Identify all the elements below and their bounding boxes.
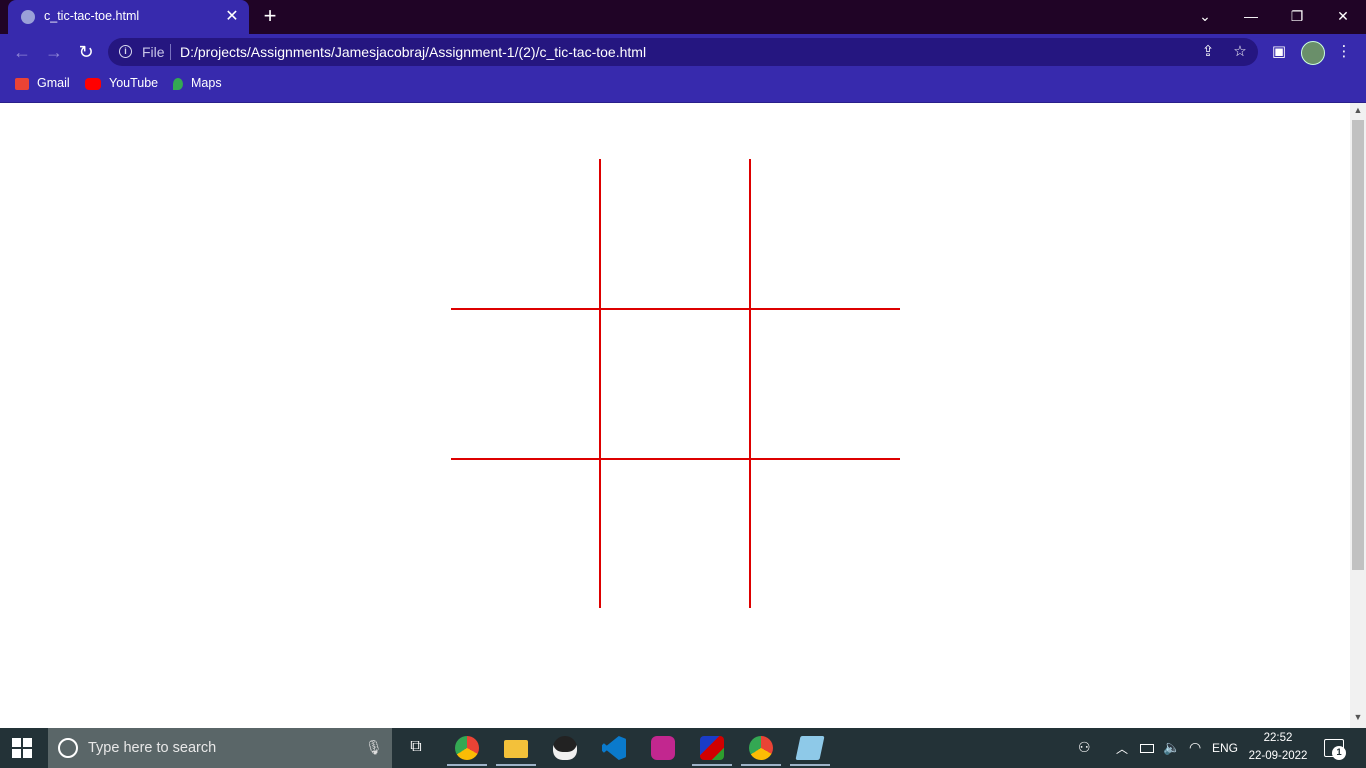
- taskbar-chrome-profile-app[interactable]: [739, 732, 783, 766]
- taskbar-chrome-app[interactable]: [445, 732, 489, 766]
- chrome-icon: [455, 736, 479, 760]
- bookmark-star-icon[interactable]: ☆: [1230, 43, 1250, 61]
- volume-icon[interactable]: 🔈: [1163, 739, 1180, 756]
- clock-time[interactable]: 22:52: [1262, 732, 1294, 744]
- restore-button[interactable]: ❐: [1277, 4, 1317, 28]
- back-button[interactable]: ←: [11, 42, 33, 64]
- scrollbar-thumb[interactable]: [1352, 120, 1364, 570]
- scroll-down-icon[interactable]: ▼: [1350, 712, 1366, 722]
- tab-title: c_tic-tac-toe.html: [44, 9, 140, 23]
- board-horizontal-line: [451, 308, 900, 310]
- profile-avatar[interactable]: [1301, 41, 1325, 65]
- url-text[interactable]: D:/projects/Assignments/Jamesjacobraj/As…: [180, 44, 646, 60]
- wifi-icon[interactable]: ◠: [1189, 739, 1201, 756]
- task-view-icon[interactable]: ⧉: [404, 738, 428, 760]
- microphone-icon[interactable]: 🎙: [365, 739, 383, 756]
- cortana-icon: [58, 738, 78, 758]
- vscode-icon: [602, 736, 626, 760]
- taskbar-purple-app[interactable]: [641, 732, 685, 766]
- notification-count-badge: 1: [1332, 746, 1346, 760]
- maps-icon: [173, 77, 183, 90]
- youtube-icon: [85, 77, 101, 90]
- forward-button[interactable]: →: [43, 42, 65, 64]
- share-icon[interactable]: ⇪: [1198, 43, 1218, 61]
- people-icon[interactable]: ⚇: [1078, 739, 1091, 756]
- taskbar-notepad-app[interactable]: [788, 732, 832, 766]
- scroll-up-icon[interactable]: ▲: [1350, 105, 1366, 115]
- url-scheme-label: File: [142, 44, 165, 60]
- tab-search-icon[interactable]: ⌄: [1185, 4, 1225, 28]
- clock-date[interactable]: 22-09-2022: [1246, 750, 1310, 762]
- gmail-icon: [15, 77, 29, 90]
- taskbar-penguin-app[interactable]: [543, 732, 587, 766]
- windows-start-icon[interactable]: [12, 738, 32, 758]
- bookmark-label: Gmail: [37, 76, 70, 90]
- board-horizontal-line: [451, 458, 900, 460]
- minimize-button[interactable]: —: [1231, 4, 1271, 28]
- tab-close-icon[interactable]: ✕: [222, 6, 242, 26]
- bookmark-gmail[interactable]: Gmail: [15, 76, 70, 94]
- bookmark-maps[interactable]: Maps: [173, 76, 222, 94]
- folder-icon: [504, 740, 528, 758]
- language-indicator[interactable]: ENG: [1212, 741, 1238, 755]
- chevron-up-icon[interactable]: ︿: [1116, 740, 1128, 757]
- chrome-icon: [749, 736, 773, 760]
- taskbar-vscode-app[interactable]: [592, 732, 636, 766]
- bookmark-label: YouTube: [109, 76, 159, 90]
- window-close-button[interactable]: ✕: [1323, 4, 1363, 28]
- browser-tab[interactable]: c_tic-tac-toe.html ✕: [8, 0, 249, 34]
- app-icon: [651, 736, 675, 760]
- bookmark-label: Maps: [191, 76, 222, 90]
- battery-icon[interactable]: [1140, 744, 1154, 753]
- tic-tac-toe-board: [451, 159, 900, 608]
- taskbar-dosbox-app[interactable]: [690, 732, 734, 766]
- reload-button[interactable]: ↻: [75, 42, 97, 64]
- url-divider: [170, 44, 171, 60]
- taskbar-file-explorer-app[interactable]: [494, 732, 538, 766]
- new-tab-button[interactable]: +: [258, 3, 282, 29]
- menu-icon[interactable]: ⋮: [1334, 43, 1354, 61]
- taskbar-search-placeholder: Type here to search: [88, 740, 217, 756]
- bookmark-youtube[interactable]: YouTube: [85, 76, 158, 94]
- board-vertical-line: [599, 159, 601, 608]
- board-vertical-line: [749, 159, 751, 608]
- notepad-icon: [795, 736, 825, 760]
- side-panel-icon[interactable]: ▣: [1269, 43, 1289, 61]
- dosbox-icon: [700, 736, 724, 760]
- globe-icon: [21, 10, 35, 24]
- penguin-icon: [553, 736, 577, 760]
- site-info-icon[interactable]: i: [119, 45, 132, 58]
